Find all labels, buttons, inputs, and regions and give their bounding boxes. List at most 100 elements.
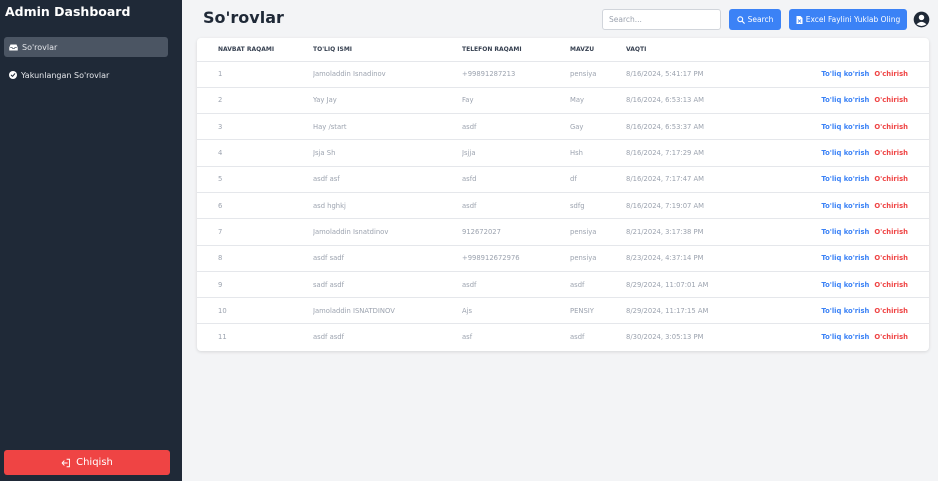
queue-number-cell: 5 (197, 166, 313, 193)
topic-cell: Hsh (570, 139, 626, 167)
view-details-link[interactable]: To'liq ko'rish (821, 281, 869, 289)
queue-number-cell: 3 (197, 113, 313, 141)
time-cell: 8/16/2024, 6:53:37 AM (626, 113, 761, 141)
table-row: 5 asdf asf asfd df 8/16/2024, 7:17:47 AM To'l… (197, 166, 929, 193)
actions-cell: To'liq ko'rish O'chirish (761, 87, 929, 115)
inbox-icon (9, 44, 18, 50)
main-content: So'rovlar Search Excel Faylini Yuklab Ol… (182, 0, 938, 481)
table-row: 11 asdf asdf asf asdf 8/30/2024, 3:05:13 PM T… (197, 324, 929, 350)
view-details-link[interactable]: To'liq ko'rish (821, 254, 869, 262)
phone-cell: Fay (462, 87, 570, 115)
view-details-link[interactable]: To'liq ko'rish (821, 70, 869, 78)
delete-link[interactable]: O'chirish (874, 70, 908, 78)
table-row: 9 sadf asdf asdf asdf 8/29/2024, 11:07:01 AM… (197, 271, 929, 299)
sidebar-item-sorovlar[interactable]: So'rovlar (4, 37, 168, 57)
actions-cell: To'liq ko'rish O'chirish (761, 113, 929, 141)
actions-cell: To'liq ko'rish O'chirish (761, 245, 929, 272)
phone-cell: asdf (462, 271, 570, 299)
topic-cell: pensiya (570, 218, 626, 246)
delete-link[interactable]: O'chirish (874, 96, 908, 104)
time-cell: 8/16/2024, 7:19:07 AM (626, 192, 761, 220)
queue-number-cell: 10 (197, 297, 313, 325)
column-header: TO'LIQ ISMI (313, 38, 462, 62)
file-excel-icon (796, 15, 803, 24)
phone-cell: Ajs (462, 297, 570, 325)
view-details-link[interactable]: To'liq ko'rish (821, 149, 869, 157)
full-name-cell: asdf asf (313, 166, 462, 193)
actions-cell: To'liq ko'rish O'chirish (761, 139, 929, 167)
topic-cell: pensiya (570, 245, 626, 272)
actions-cell: To'liq ko'rish O'chirish (761, 324, 929, 350)
full-name-cell: Jsja Sh (313, 139, 462, 167)
delete-link[interactable]: O'chirish (874, 333, 908, 341)
queue-number-cell: 2 (197, 87, 313, 115)
topic-cell: sdfg (570, 192, 626, 220)
actions-cell: To'liq ko'rish O'chirish (761, 271, 929, 299)
topic-cell: pensiya (570, 61, 626, 88)
full-name-cell: asdf sadf (313, 245, 462, 272)
check-circle-icon (9, 71, 17, 79)
requests-table: NAVBAT RAQAMI TO'LIQ ISMI TELEFON RAQAMI… (197, 38, 929, 350)
excel-download-button[interactable]: Excel Faylini Yuklab Oling (789, 9, 907, 30)
delete-link[interactable]: O'chirish (874, 149, 908, 157)
queue-number-cell: 9 (197, 271, 313, 299)
actions-cell: To'liq ko'rish O'chirish (761, 297, 929, 325)
logout-label: Chiqish (76, 457, 113, 468)
search-input[interactable] (602, 9, 721, 30)
phone-cell: asdf (462, 192, 570, 220)
view-details-link[interactable]: To'liq ko'rish (821, 333, 869, 341)
table-header-row: NAVBAT RAQAMI TO'LIQ ISMI TELEFON RAQAMI… (197, 38, 929, 62)
user-circle-icon[interactable] (913, 11, 930, 28)
actions-cell: To'liq ko'rish O'chirish (761, 61, 929, 88)
view-details-link[interactable]: To'liq ko'rish (821, 175, 869, 183)
table-row: 6 asd hghkj asdf sdfg 8/16/2024, 7:19:07 AM T… (197, 192, 929, 220)
full-name-cell: Jamoladdin Isnatdinov (313, 218, 462, 246)
phone-cell: 912672027 (462, 218, 570, 246)
sidebar-item-label: So'rovlar (22, 42, 58, 52)
phone-cell: asf (462, 333, 473, 342)
requests-card: NAVBAT RAQAMI TO'LIQ ISMI TELEFON RAQAMI… (197, 38, 929, 351)
search-button[interactable]: Search (729, 9, 781, 30)
table-row: 10 Jamoladdin ISNATDINOV Ajs PENSIY 8/29/202… (197, 297, 929, 325)
phone-cell: asdf (462, 113, 570, 141)
delete-link[interactable]: O'chirish (874, 281, 908, 289)
delete-link[interactable]: O'chirish (874, 228, 908, 236)
sidebar-item-label: Yakunlangan So'rovlar (21, 70, 110, 80)
full-name-cell: asd hghkj (313, 192, 462, 220)
topic-cell: asdf (570, 271, 626, 299)
column-header-actions (761, 38, 929, 62)
logout-button[interactable]: Chiqish (4, 450, 170, 475)
queue-number-cell: 4 (197, 139, 313, 167)
column-header: NAVBAT RAQAMI (197, 38, 313, 62)
delete-link[interactable]: O'chirish (874, 254, 908, 262)
view-details-link[interactable]: To'liq ko'rish (821, 96, 869, 104)
time-cell: 8/16/2024, 5:41:17 PM (626, 61, 761, 88)
sidebar-item-yakunlangan[interactable]: Yakunlangan So'rovlar (4, 65, 168, 85)
view-details-link[interactable]: To'liq ko'rish (821, 228, 869, 236)
column-header: TELEFON RAQAMI (462, 38, 570, 62)
table-row: 8 asdf sadf +998912672976 pensiya 8/23/2024,… (197, 245, 929, 272)
delete-link[interactable]: O'chirish (874, 307, 908, 315)
view-details-link[interactable]: To'liq ko'rish (821, 307, 869, 315)
actions-cell: To'liq ko'rish O'chirish (761, 166, 929, 193)
full-name-cell: Yay Jay (313, 87, 462, 115)
actions-cell: To'liq ko'rish O'chirish (761, 192, 929, 220)
queue-number-cell: 11 (218, 333, 227, 342)
time-cell: 8/16/2024, 7:17:47 AM (626, 166, 761, 193)
queue-number-cell: 8 (197, 245, 313, 272)
search-icon (736, 15, 745, 24)
app-title: Admin Dashboard (5, 4, 131, 19)
queue-number-cell: 1 (197, 61, 313, 88)
full-name-cell: Jamoladdin ISNATDINOV (313, 297, 462, 325)
full-name-cell: Hay /start (313, 113, 462, 141)
full-name-cell: sadf asdf (313, 271, 462, 299)
table-row: 1 Jamoladdin Isnadinov +99891287213 pensiya… (197, 61, 929, 88)
view-details-link[interactable]: To'liq ko'rish (821, 123, 869, 131)
topic-cell: asdf (570, 333, 585, 342)
delete-link[interactable]: O'chirish (874, 202, 908, 210)
sidebar: Admin Dashboard So'rovlar Yakunlangan So… (0, 0, 182, 481)
delete-link[interactable]: O'chirish (874, 123, 908, 131)
delete-link[interactable]: O'chirish (874, 175, 908, 183)
view-details-link[interactable]: To'liq ko'rish (821, 202, 869, 210)
phone-cell: +99891287213 (462, 61, 570, 88)
